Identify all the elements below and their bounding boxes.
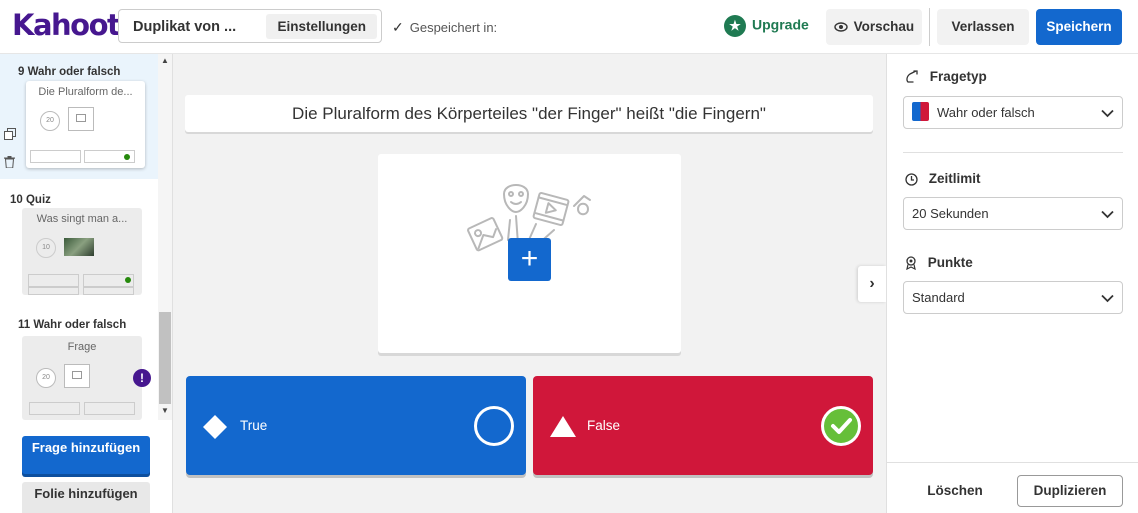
eye-icon <box>834 19 854 34</box>
scrollbar-thumb[interactable] <box>159 312 171 404</box>
collapse-panel-chevron-icon[interactable]: › <box>858 266 886 302</box>
question-type-value: Wahr oder falsch <box>937 105 1035 120</box>
clock-icon <box>905 171 922 186</box>
add-question-button[interactable]: Frage hinzufügen <box>22 436 150 474</box>
answer-slot <box>28 287 79 295</box>
mark-correct-toggle[interactable] <box>474 406 514 446</box>
add-slide-button[interactable]: Folie hinzufügen <box>22 482 150 513</box>
panel-divider <box>903 152 1123 153</box>
answer-slot <box>29 402 80 415</box>
settings-button[interactable]: Einstellungen <box>266 14 377 39</box>
slide-title: Frage <box>67 341 97 353</box>
points-value: Standard <box>912 290 965 305</box>
answer-slot <box>84 402 135 415</box>
points-heading-label: Punkte <box>927 255 973 270</box>
time-limit-heading: Zeitlimit <box>905 171 981 186</box>
points-heading: Punkte <box>905 255 973 271</box>
chevron-down-icon <box>1101 97 1114 128</box>
slide-title: Die Pluralform de... <box>38 86 133 98</box>
slide-10-label[interactable]: 10 Quiz <box>10 194 51 206</box>
upgrade-label: Upgrade <box>752 16 809 33</box>
time-limit-heading-label: Zeitlimit <box>928 171 981 186</box>
correct-answer-dot <box>125 277 131 283</box>
slide-9-label[interactable]: 9 Wahr oder falsch <box>18 66 120 78</box>
answer-false-label: False <box>587 418 621 433</box>
kahoot-logo[interactable]: Kahoot! <box>12 8 133 42</box>
question-settings-panel: Fragetyp Wahr oder falsch Zeitlimit 20 S… <box>886 54 1138 513</box>
header-divider <box>929 8 930 46</box>
delete-slide-icon[interactable] <box>4 150 16 178</box>
answer-slot <box>28 274 79 287</box>
slide-11-thumbnail[interactable]: Frage 20 <box>22 336 142 420</box>
diamond-icon <box>202 414 228 445</box>
chevron-down-icon <box>1101 198 1114 229</box>
scroll-up-arrow-icon[interactable]: ▲ <box>161 56 169 65</box>
kahoot-title-box[interactable]: Duplikat von ... Einstellungen <box>118 9 382 43</box>
star-icon: ★ <box>724 15 746 37</box>
top-bar: Kahoot! Duplikat von ... Einstellungen ✓… <box>0 0 1138 54</box>
saved-status-label: Gespeichert in: <box>409 20 498 35</box>
kahoot-title[interactable]: Duplikat von ... <box>133 19 236 35</box>
delete-button[interactable]: Löschen <box>915 475 995 507</box>
question-type-select[interactable]: Wahr oder falsch <box>903 96 1123 129</box>
triangle-icon <box>549 414 577 443</box>
upgrade-button[interactable]: ★ Upgrade <box>724 15 809 37</box>
medal-icon <box>905 255 921 271</box>
duplicate-slide-icon[interactable] <box>4 122 16 150</box>
preview-button[interactable]: Vorschau <box>826 9 922 45</box>
sidebar-scrollbar[interactable]: ▲ ▼ <box>158 54 172 420</box>
timer-icon: 10 <box>36 238 56 258</box>
correct-answer-dot <box>124 154 130 160</box>
slide-11-label[interactable]: 11 Wahr oder falsch <box>18 319 126 331</box>
save-button[interactable]: Speichern <box>1036 9 1122 45</box>
slide-list-sidebar: 9 Wahr oder falsch Die Pluralform de... … <box>0 54 173 513</box>
media-placeholder-icon <box>64 364 90 388</box>
answer-slot <box>83 287 134 295</box>
question-type-heading: Fragetyp <box>905 69 987 84</box>
answer-false[interactable]: False <box>533 376 873 475</box>
question-input[interactable]: Die Pluralform des Körperteiles "der Fin… <box>185 95 873 132</box>
add-media-button[interactable]: + <box>508 238 551 281</box>
preview-label: Vorschau <box>853 19 915 34</box>
timer-icon: 20 <box>40 111 60 131</box>
duplicate-button[interactable]: Duplizieren <box>1017 475 1123 507</box>
time-limit-value: 20 Sekunden <box>912 206 989 221</box>
slide-10-thumbnail[interactable]: Was singt man a... 10 <box>22 208 142 295</box>
true-false-icon <box>912 102 929 122</box>
slide-title: Was singt man a... <box>36 213 128 225</box>
answer-slot <box>30 150 81 163</box>
correct-check-icon[interactable] <box>821 406 861 446</box>
thumbnail-image <box>64 238 94 256</box>
saved-status: ✓ Gespeichert in: <box>392 19 497 36</box>
points-select[interactable]: Standard <box>903 281 1123 314</box>
slide-9-thumbnail[interactable]: Die Pluralform de... 20 <box>26 81 145 168</box>
leave-button[interactable]: Verlassen <box>937 9 1029 45</box>
media-placeholder-icon <box>68 107 94 131</box>
timer-icon: 20 <box>36 368 56 388</box>
time-limit-select[interactable]: 20 Sekunden <box>903 197 1123 230</box>
warning-icon[interactable]: ! <box>133 369 151 387</box>
question-type-heading-label: Fragetyp <box>929 69 987 84</box>
checkmark-icon: ✓ <box>392 19 404 35</box>
slide-actions <box>4 122 16 178</box>
scroll-down-arrow-icon[interactable]: ▼ <box>161 406 169 415</box>
answer-true-label: True <box>240 418 268 433</box>
answer-true[interactable]: True <box>186 376 526 475</box>
chevron-down-icon <box>1101 282 1114 313</box>
media-area: + <box>378 154 681 353</box>
question-type-icon <box>905 69 923 84</box>
panel-footer-divider <box>887 462 1138 463</box>
